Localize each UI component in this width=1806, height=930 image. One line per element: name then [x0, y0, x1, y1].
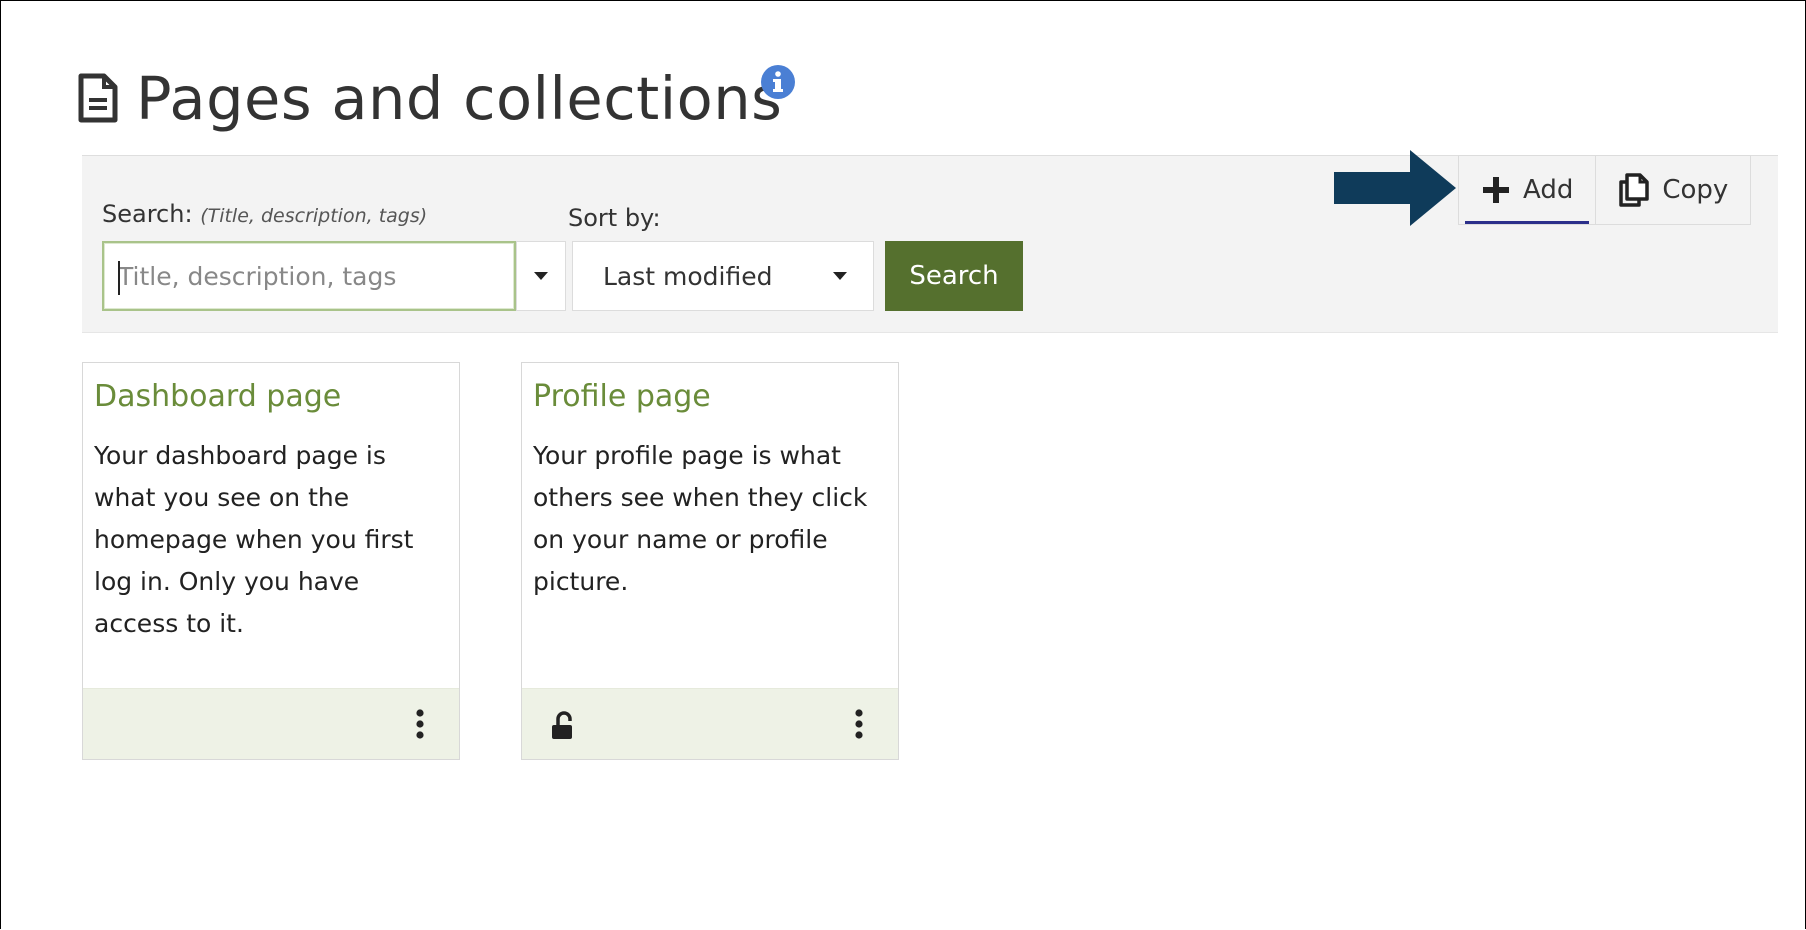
info-icon[interactable]: [760, 64, 796, 100]
card-footer: [83, 688, 459, 759]
add-label: Add: [1523, 175, 1574, 205]
page-card-dashboard[interactable]: Dashboard page Your dashboard page is wh…: [82, 362, 460, 760]
add-button[interactable]: Add: [1459, 156, 1595, 224]
copy-button[interactable]: Copy: [1595, 156, 1750, 224]
page-card-profile[interactable]: Profile page Your profile page is what o…: [521, 362, 899, 760]
copy-label: Copy: [1662, 175, 1729, 205]
text-caret: [118, 261, 120, 295]
annotation-arrow-icon: [1334, 150, 1456, 226]
sort-label: Sort by:: [568, 204, 661, 232]
sort-select[interactable]: Last modified: [572, 241, 874, 311]
caret-down-icon: [534, 272, 548, 280]
card-footer: [522, 688, 898, 759]
add-active-underline: [1465, 221, 1590, 224]
caret-down-icon: [833, 272, 847, 280]
card-title[interactable]: Dashboard page: [94, 379, 341, 414]
search-input[interactable]: [104, 243, 514, 309]
page-actions: Add Copy: [1458, 155, 1752, 225]
card-description: Your dashboard page is what you see on t…: [94, 441, 414, 638]
page-heading: Pages and collections: [78, 58, 782, 138]
copy-icon: [1619, 173, 1650, 207]
unlocked-icon: [552, 711, 572, 739]
search-input-wrapper[interactable]: [102, 241, 516, 311]
page-title: Pages and collections: [136, 63, 783, 133]
search-button[interactable]: Search: [885, 241, 1023, 311]
search-label: Search: (Title, description, tags): [102, 200, 428, 228]
more-options-icon[interactable]: [854, 709, 864, 739]
more-options-icon[interactable]: [415, 709, 425, 739]
card-description: Your profile page is what others see whe…: [533, 441, 868, 596]
search-filter-dropdown[interactable]: [516, 241, 566, 311]
sort-selected-value: Last modified: [603, 261, 773, 291]
document-icon: [78, 73, 118, 123]
card-title[interactable]: Profile page: [533, 379, 711, 414]
search-hint: (Title, description, tags): [200, 205, 428, 227]
plus-icon: [1483, 177, 1509, 203]
